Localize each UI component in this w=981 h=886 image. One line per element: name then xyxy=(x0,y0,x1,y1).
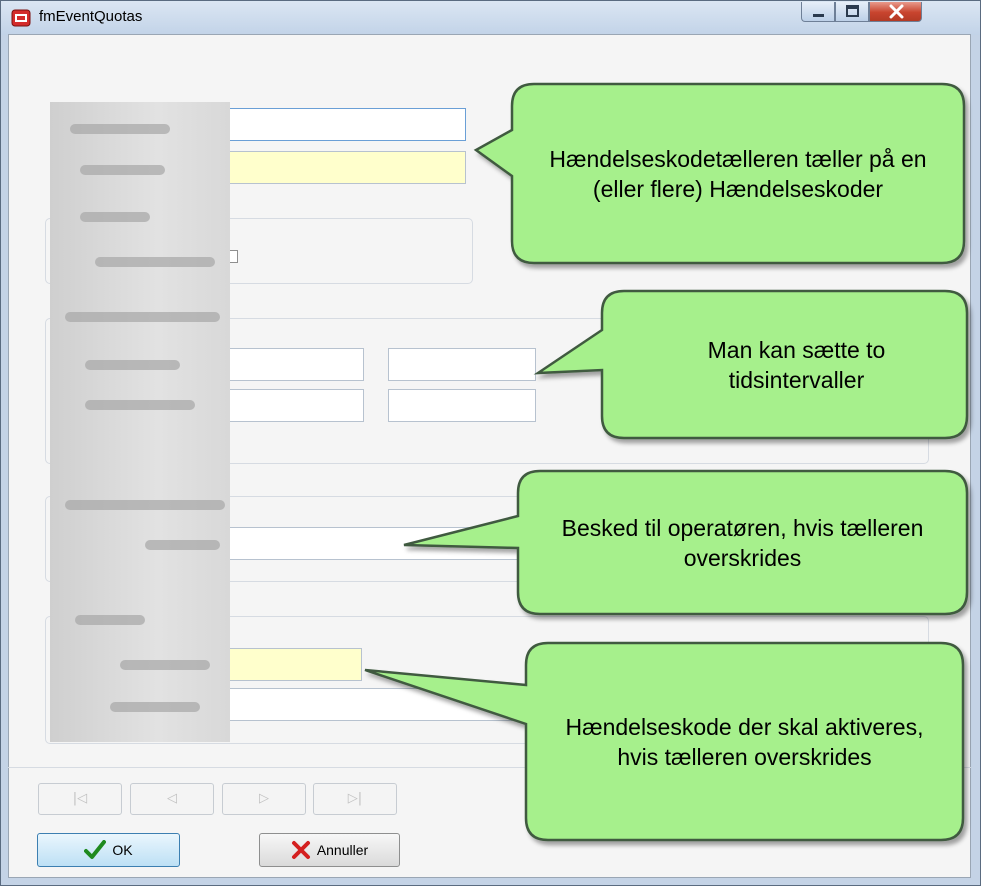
callout-2-text: Man kan sætte to tidsintervaller xyxy=(707,336,886,393)
callout-3-text: Besked til operatøren, hvis tælleren ove… xyxy=(561,514,924,571)
callout-4-text: Hændelseskode der skal aktiveres, hvis t… xyxy=(565,713,924,770)
callout-1-text: Hændelseskodetælleren tæller på en (elle… xyxy=(549,145,927,202)
